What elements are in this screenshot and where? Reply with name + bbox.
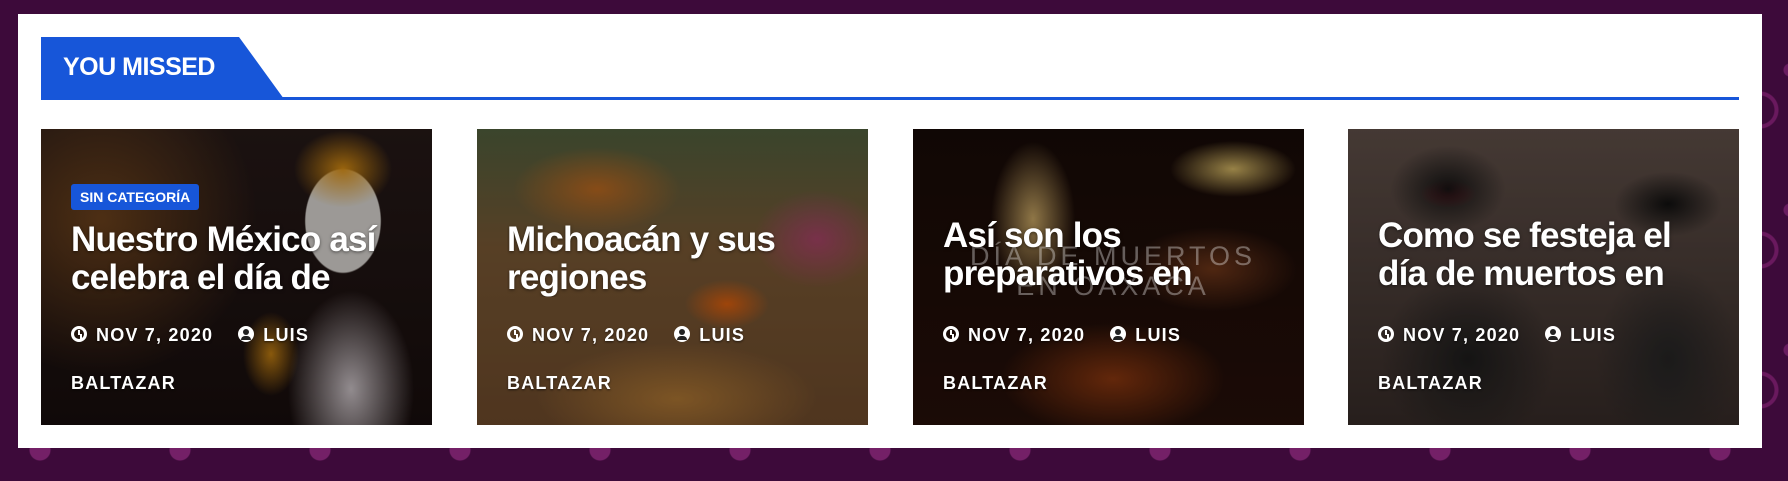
post-meta: NOV 7, 2020 LUIS BALTAZAR — [507, 311, 847, 407]
clock-icon — [507, 326, 523, 342]
post-title[interactable]: Michoacán y sus regiones — [507, 221, 854, 297]
section-divider — [41, 97, 1739, 100]
clock-icon — [71, 326, 87, 342]
user-circle-icon — [238, 326, 255, 342]
post-cards: SIN CATEGORÍA Nuestro México así celebra… — [41, 129, 1739, 425]
post-title[interactable]: Así son los preparativos en — [943, 217, 1290, 293]
section-header: YOU MISSED — [41, 37, 1739, 113]
post-date[interactable]: NOV 7, 2020 — [532, 325, 649, 345]
post-date[interactable]: NOV 7, 2020 — [968, 325, 1085, 345]
clock-icon — [943, 326, 959, 342]
section-title: YOU MISSED — [41, 37, 284, 99]
user-circle-icon — [674, 326, 691, 342]
post-title[interactable]: Nuestro México así celebra el día de — [71, 221, 418, 297]
user-circle-icon — [1545, 326, 1562, 342]
you-missed-panel: YOU MISSED SIN CATEGORÍA Nuestro México … — [18, 14, 1762, 448]
clock-icon — [1378, 326, 1394, 342]
post-card[interactable]: DÍA DE MUERTOS EN OAXACA Así son los pre… — [913, 129, 1304, 425]
post-date[interactable]: NOV 7, 2020 — [96, 325, 213, 345]
post-card[interactable]: Como se festeja el día de muertos en NOV… — [1348, 129, 1739, 425]
post-title[interactable]: Como se festeja el día de muertos en — [1378, 217, 1725, 293]
post-meta: NOV 7, 2020 LUIS BALTAZAR — [943, 311, 1283, 407]
post-card[interactable]: SIN CATEGORÍA Nuestro México así celebra… — [41, 129, 432, 425]
user-circle-icon — [1110, 326, 1127, 342]
post-meta: NOV 7, 2020 LUIS BALTAZAR — [71, 311, 411, 407]
post-card[interactable]: Michoacán y sus regiones NOV 7, 2020 LUIS… — [477, 129, 868, 425]
post-meta: NOV 7, 2020 LUIS BALTAZAR — [1378, 311, 1718, 407]
post-date[interactable]: NOV 7, 2020 — [1403, 325, 1520, 345]
category-badge[interactable]: SIN CATEGORÍA — [71, 184, 200, 210]
